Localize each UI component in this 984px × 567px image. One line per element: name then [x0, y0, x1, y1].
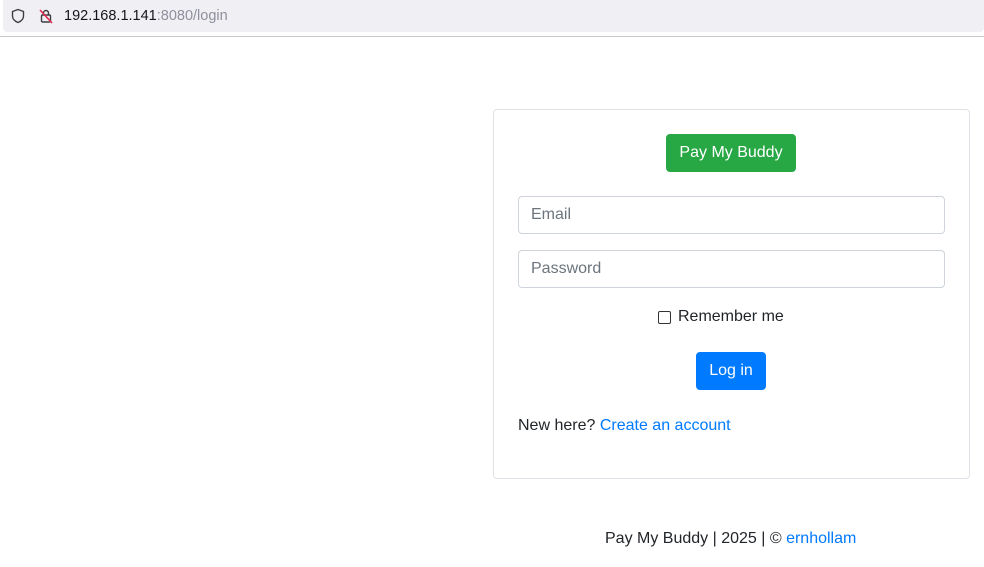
author-link[interactable]: ernhollam [786, 530, 856, 547]
password-input[interactable] [518, 250, 945, 288]
insecure-lock-icon[interactable] [38, 8, 54, 24]
remember-me[interactable]: Remember me [658, 307, 784, 327]
footer: Pay My Buddy | 2025 | © ernhollam [605, 530, 856, 548]
url-text[interactable]: 192.168.1.141:8080/login [64, 7, 228, 25]
login-card: Pay My Buddy Remember me Log in New here… [493, 109, 970, 479]
brand-button[interactable]: Pay My Buddy [666, 134, 796, 172]
footer-text: Pay My Buddy | 2025 | © [605, 530, 787, 547]
remember-me-checkbox[interactable] [658, 310, 671, 324]
remember-me-label: Remember me [678, 308, 784, 325]
shield-icon[interactable] [10, 8, 26, 24]
url-host: 192.168.1.141 [64, 8, 157, 24]
create-account-link[interactable]: Create an account [600, 417, 731, 434]
address-field[interactable]: 192.168.1.141:8080/login [3, 0, 984, 32]
signup-prompt-text: New here? [518, 417, 596, 434]
login-button[interactable]: Log in [696, 352, 766, 390]
email-input[interactable] [518, 196, 945, 234]
signup-prompt: New here? Create an account [518, 417, 731, 435]
browser-url-bar: 192.168.1.141:8080/login [0, 0, 984, 37]
url-path: :8080/login [156, 8, 228, 24]
